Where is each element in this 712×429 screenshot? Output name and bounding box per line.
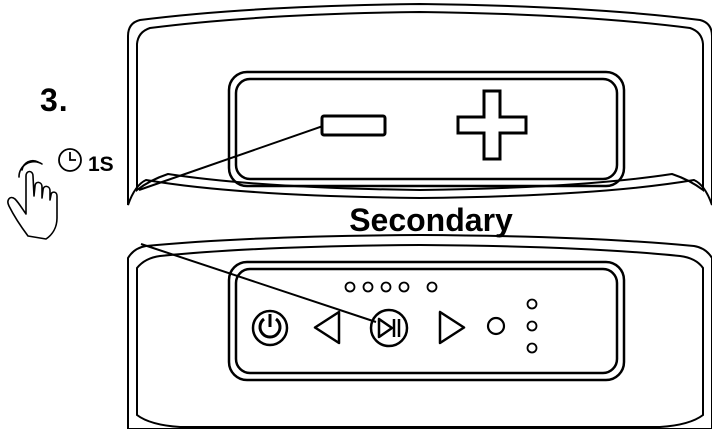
status-leds-icon bbox=[526, 298, 538, 354]
status-led bbox=[526, 298, 538, 310]
step-number: 3. bbox=[40, 82, 69, 118]
battery-led bbox=[398, 281, 410, 293]
minus-icon bbox=[320, 114, 387, 137]
hold-duration-label: 1S bbox=[88, 153, 114, 176]
play-pause-icon bbox=[369, 308, 409, 348]
power-icon bbox=[251, 309, 289, 347]
clock-icon bbox=[58, 148, 82, 172]
callout-line-minus bbox=[138, 125, 324, 191]
plus-icon bbox=[456, 89, 528, 161]
battery-led bbox=[426, 281, 438, 293]
next-icon bbox=[438, 310, 466, 345]
speaker-bottom-panel bbox=[227, 260, 626, 382]
battery-led bbox=[362, 281, 374, 293]
callout-line-play-pause bbox=[140, 243, 377, 323]
aux-indicator-icon bbox=[486, 316, 506, 336]
battery-led bbox=[380, 281, 392, 293]
status-led bbox=[526, 342, 538, 354]
previous-icon bbox=[313, 310, 341, 345]
status-led bbox=[526, 320, 538, 332]
speaker-top-panel bbox=[227, 70, 626, 188]
battery-led bbox=[344, 281, 356, 293]
section-label: Secondary bbox=[349, 202, 513, 238]
battery-leds-icon bbox=[344, 281, 438, 293]
